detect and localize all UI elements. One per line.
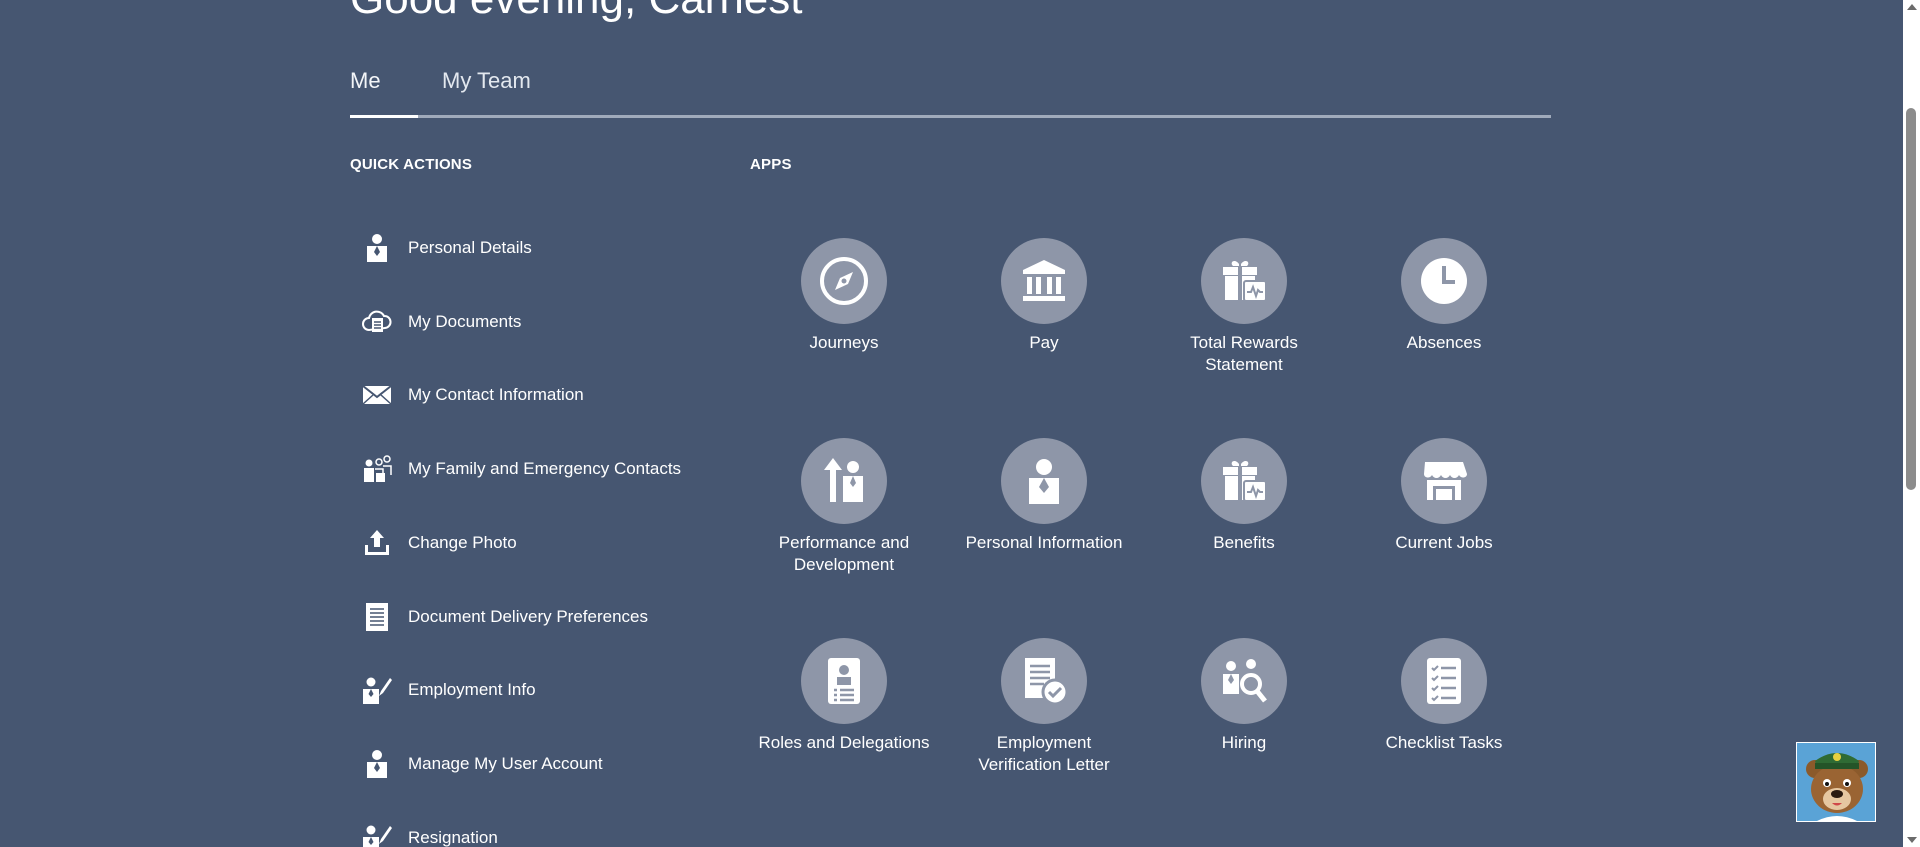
app-roles-and-delegations[interactable]: Roles and Delegations (754, 638, 934, 754)
app-label: Current Jobs (1395, 533, 1493, 552)
quick-action-label: My Documents (408, 312, 522, 331)
store-icon (1401, 438, 1487, 524)
document-check-icon (1001, 638, 1087, 724)
tab-bar: Me My Team (350, 58, 1551, 118)
bear-mascot-icon (1797, 743, 1875, 821)
app-employment-verification-letter[interactable]: Employment Verification Letter (954, 638, 1134, 776)
cloud-document-icon (360, 305, 394, 339)
person-edit-icon (360, 673, 394, 707)
greeting-title: Good evening, Carnest (350, 0, 803, 24)
app-pay[interactable]: Pay (954, 238, 1134, 354)
app-total-rewards-statement[interactable]: Total Rewards Statement (1154, 238, 1334, 376)
app-absences[interactable]: Absences (1354, 238, 1534, 354)
app-label: Roles and Delegations (758, 733, 930, 752)
quick-action-resignation[interactable]: Resignation (360, 818, 700, 847)
person-edit-icon (360, 821, 394, 847)
quick-action-manage-user-account[interactable]: Manage My User Account (360, 744, 700, 784)
app-personal-information[interactable]: Personal Information (954, 438, 1134, 554)
page: Good evening, Carnest Me My Team QUICK A… (0, 0, 1920, 847)
scroll-up-arrow-icon[interactable] (1907, 4, 1917, 10)
tab-my-team[interactable]: My Team (442, 68, 531, 94)
people-search-icon (1201, 638, 1287, 724)
badge-icon (801, 638, 887, 724)
app-label: Employment Verification Letter (978, 733, 1110, 774)
app-label: Benefits (1213, 533, 1275, 552)
bank-icon (1001, 238, 1087, 324)
active-tab-indicator (350, 115, 418, 118)
quick-action-document-delivery-preferences[interactable]: Document Delivery Preferences (360, 597, 700, 637)
document-icon (360, 600, 394, 634)
apps-heading: APPS (750, 156, 792, 173)
clock-icon (1401, 238, 1487, 324)
quick-action-label: Employment Info (408, 680, 536, 699)
app-benefits[interactable]: Benefits (1154, 438, 1334, 554)
checklist-icon (1401, 638, 1487, 724)
quick-action-change-photo[interactable]: Change Photo (360, 523, 700, 563)
app-label: Pay (1029, 333, 1059, 352)
person-icon (360, 747, 394, 781)
compass-icon (801, 238, 887, 324)
quick-action-label: Personal Details (408, 238, 532, 257)
app-label: Total Rewards Statement (1190, 333, 1298, 374)
app-label: Journeys (809, 333, 879, 352)
app-label: Hiring (1221, 733, 1267, 752)
app-performance-and-development[interactable]: Performance and Development (754, 438, 934, 576)
quick-action-family-emergency-contacts[interactable]: My Family and Emergency Contacts (360, 449, 700, 489)
app-checklist-tasks[interactable]: Checklist Tasks (1354, 638, 1534, 754)
quick-action-my-contact-information[interactable]: My Contact Information (360, 375, 700, 415)
app-label: Personal Information (965, 533, 1123, 552)
envelope-icon (360, 378, 394, 412)
quick-action-employment-info[interactable]: Employment Info (360, 670, 700, 710)
tab-me[interactable]: Me (350, 68, 381, 94)
growth-person-icon (801, 438, 887, 524)
vertical-scrollbar[interactable] (1903, 0, 1920, 847)
app-label: Absences (1406, 333, 1482, 352)
quick-action-label: Change Photo (408, 533, 517, 552)
scrollbar-thumb[interactable] (1906, 108, 1916, 490)
scroll-down-arrow-icon[interactable] (1907, 837, 1917, 843)
quick-action-my-documents[interactable]: My Documents (360, 302, 700, 342)
quick-action-label: Manage My User Account (408, 754, 603, 773)
quick-action-label: Resignation (408, 828, 498, 847)
app-current-jobs[interactable]: Current Jobs (1354, 438, 1534, 554)
quick-actions-heading: QUICK ACTIONS (350, 156, 473, 173)
person-icon (360, 231, 394, 265)
upload-icon (360, 526, 394, 560)
app-label: Performance and Development (778, 533, 910, 574)
quick-action-personal-details[interactable]: Personal Details (360, 228, 700, 268)
quick-action-label: My Contact Information (408, 385, 584, 404)
quick-action-label: Document Delivery Preferences (408, 607, 648, 626)
person-icon (1001, 438, 1087, 524)
gift-chart-icon (1201, 438, 1287, 524)
app-journeys[interactable]: Journeys (754, 238, 934, 354)
family-icon (360, 452, 394, 486)
digital-assistant-button[interactable] (1796, 742, 1876, 822)
app-hiring[interactable]: Hiring (1154, 638, 1334, 754)
quick-action-label: My Family and Emergency Contacts (408, 459, 682, 478)
app-label: Checklist Tasks (1385, 733, 1503, 752)
gift-chart-icon (1201, 238, 1287, 324)
